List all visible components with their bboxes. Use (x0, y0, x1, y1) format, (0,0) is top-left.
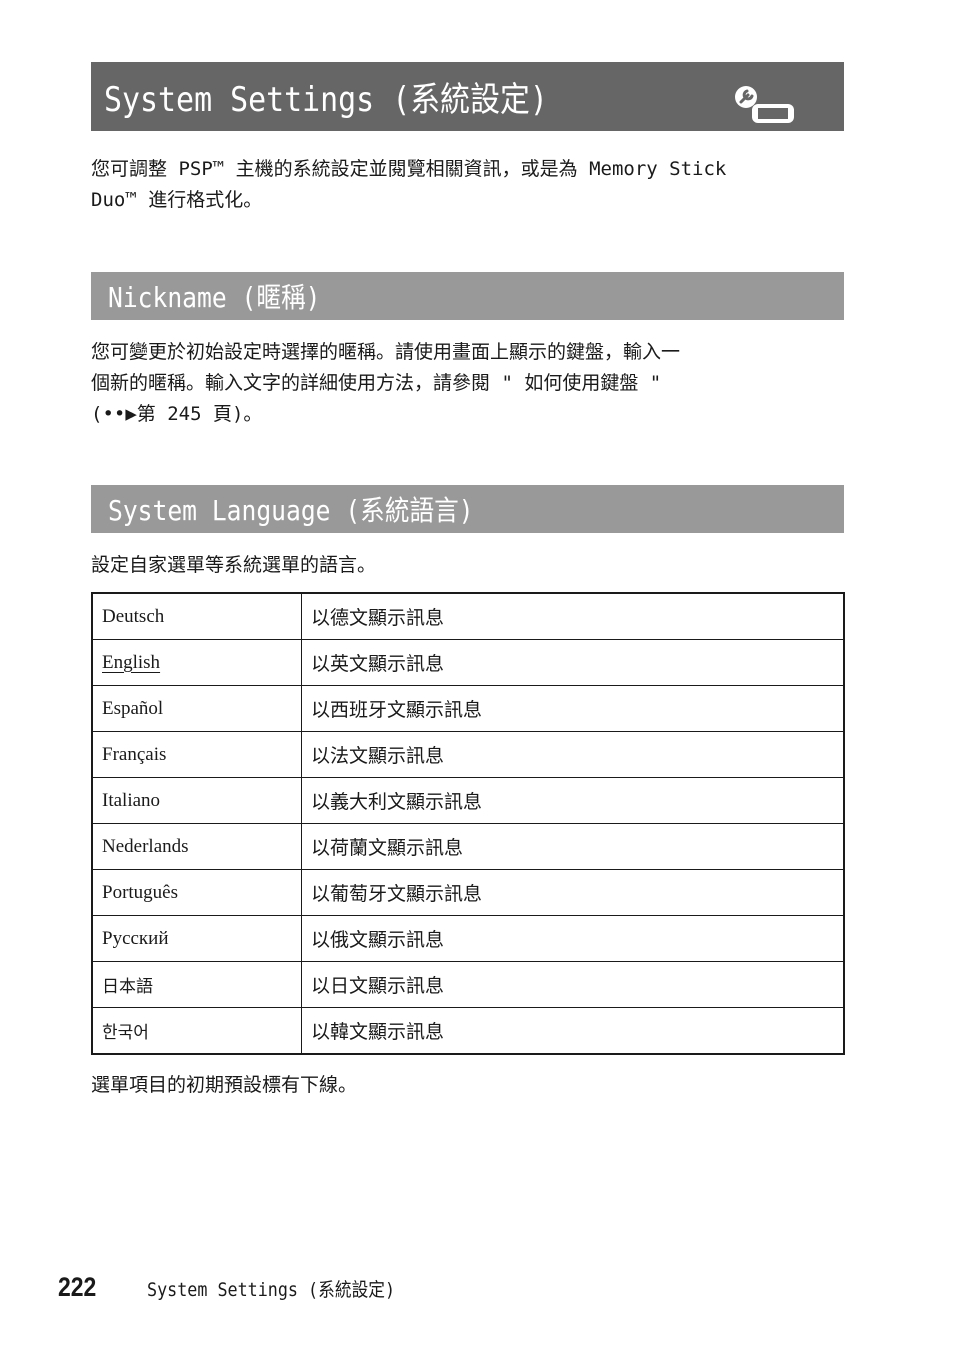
table-row: Nederlands 以荷蘭文顯示訊息 (91, 823, 845, 870)
language-paragraph: 設定自家選單等系統選單的語言。 (91, 550, 851, 581)
language-section-title: System Language (系統語言) (108, 494, 474, 527)
table-row: 日本語 以日文顯示訊息 (91, 961, 845, 1008)
table-row: Italiano 以義大利文顯示訊息 (91, 777, 845, 824)
intro-paragraph: 您可調整 PSP™ 主機的系統設定並閱覽相關資訊，或是為 Memory Stic… (91, 154, 851, 216)
language-name: Français (91, 731, 302, 778)
intro-line: Duo™ 進行格式化。 (91, 189, 263, 211)
nickname-line: 個新的暱稱。輸入文字的詳細使用方法，請參閱 " 如何使用鍵盤 " (91, 372, 662, 394)
language-meaning: 以日文顯示訊息 (301, 961, 845, 1008)
language-name: Español (91, 685, 302, 732)
page-title-bar: System Settings (系統設定) (91, 62, 844, 131)
page-number: 222 (58, 1272, 97, 1302)
language-meaning: 以法文顯示訊息 (301, 731, 845, 778)
language-meaning: 以英文顯示訊息 (301, 639, 845, 686)
table-row: Français 以法文顯示訊息 (91, 731, 845, 778)
language-meaning: 以葡萄牙文顯示訊息 (301, 869, 845, 916)
table-row: 한국어 以韓文顯示訊息 (91, 1007, 845, 1055)
settings-wrench-psp-icon (735, 86, 794, 123)
nickname-line: 您可變更於初始設定時選擇的暱稱。請使用畫面上顯示的鍵盤，輸入一 (91, 341, 681, 363)
language-meaning: 以荷蘭文顯示訊息 (301, 823, 845, 870)
default-note: 選單項目的初期預設標有下線。 (91, 1070, 851, 1101)
nickname-section-header: Nickname (暱稱) (91, 272, 844, 320)
language-meaning: 以西班牙文顯示訊息 (301, 685, 845, 732)
language-name: Nederlands (91, 823, 302, 870)
language-name-default: English (91, 639, 302, 686)
language-name: Deutsch (91, 592, 302, 640)
language-meaning: 以義大利文顯示訊息 (301, 777, 845, 824)
table-row: Русский 以俄文顯示訊息 (91, 915, 845, 962)
table-row: Español 以西班牙文顯示訊息 (91, 685, 845, 732)
default-language-label: English (102, 651, 161, 673)
table-row: Deutsch 以德文顯示訊息 (91, 592, 845, 640)
language-meaning: 以韓文顯示訊息 (301, 1007, 845, 1055)
table-row: Português 以葡萄牙文顯示訊息 (91, 869, 845, 916)
nickname-section-title: Nickname (暱稱) (108, 281, 321, 314)
default-note-text: 選單項目的初期預設標有下線。 (91, 1074, 358, 1096)
nickname-page-reference[interactable]: (••▶第 245 頁)。 (91, 399, 851, 430)
nickname-paragraph: 您可變更於初始設定時選擇的暱稱。請使用畫面上顯示的鍵盤，輸入一 個新的暱稱。輸入… (91, 337, 851, 430)
page-footer: 222 System Settings (系統設定) (58, 1272, 429, 1303)
table-row: English 以英文顯示訊息 (91, 639, 845, 686)
language-name: 한국어 (91, 1007, 302, 1055)
intro-line: 您可調整 PSP™ 主機的系統設定並閱覽相關資訊，或是為 Memory Stic… (91, 158, 727, 180)
language-name: 日本語 (91, 961, 302, 1008)
language-description: 設定自家選單等系統選單的語言。 (91, 554, 377, 576)
language-section-header: System Language (系統語言) (91, 485, 844, 533)
footer-section-title: System Settings (系統設定) (147, 1279, 396, 1301)
language-name: Português (91, 869, 302, 916)
language-meaning: 以德文顯示訊息 (301, 592, 845, 640)
page-title: System Settings (系統設定) (104, 80, 548, 120)
language-name: Italiano (91, 777, 302, 824)
language-meaning: 以俄文顯示訊息 (301, 915, 845, 962)
language-name: Русский (91, 915, 302, 962)
language-table: Deutsch 以德文顯示訊息 English 以英文顯示訊息 Español … (91, 592, 845, 1055)
